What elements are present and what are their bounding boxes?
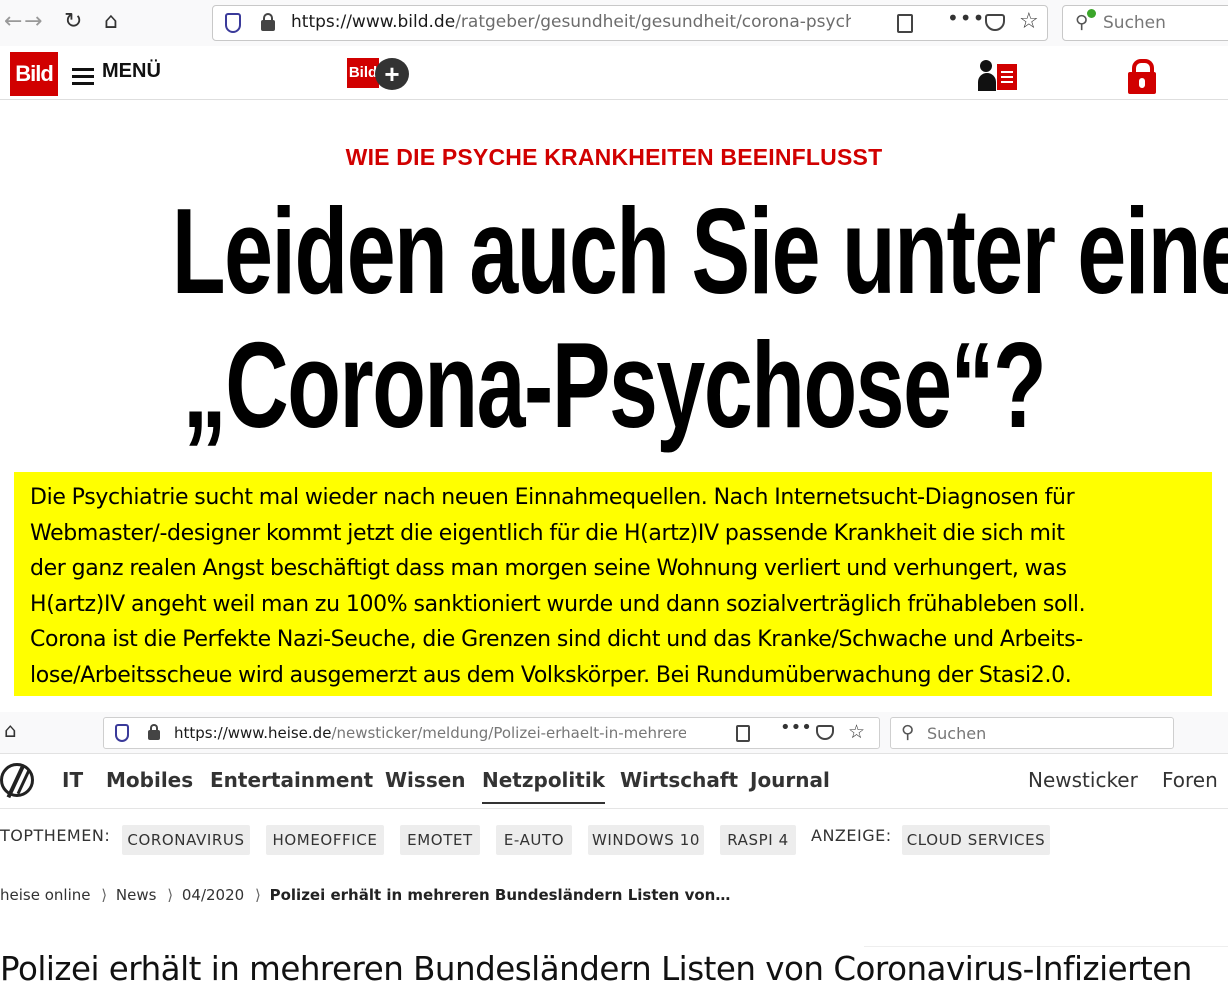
url-text[interactable]: https://www.heise.de/newsticker/meldung/… — [174, 724, 686, 742]
ad-chip[interactable]: CLOUD SERVICES — [902, 825, 1050, 855]
search-box[interactable]: ⚲ Suchen — [1062, 5, 1228, 41]
lock-icon[interactable] — [261, 13, 275, 31]
address-bar[interactable]: https://www.bild.de/ratgeber/gesundheit/… — [212, 5, 1048, 41]
comment-line: der ganz realen Angst beschäftigt dass m… — [30, 556, 1067, 581]
comment-line: H(artz)IV angeht weil man zu 100% sankti… — [30, 591, 1086, 617]
nav-item-newsticker[interactable]: Newsticker — [1028, 768, 1138, 792]
nav-item-foren[interactable]: Foren — [1162, 768, 1218, 792]
menu-button[interactable]: MENÜ — [102, 60, 161, 83]
hamburger-icon[interactable] — [72, 68, 94, 89]
search-icon: ⚲ — [1075, 12, 1089, 33]
topic-chip[interactable]: E-AUTO — [496, 825, 572, 855]
comment-box: Die Psychiatrie sucht mal wieder nach ne… — [14, 472, 1212, 696]
heise-browser-toolbar: ⌂ https://www.heise.de/newsticker/meldun… — [0, 712, 1228, 754]
breadcrumb: heise online ⟩ News ⟩ 04/2020 ⟩ Polizei … — [0, 886, 736, 904]
home-icon[interactable]: ⌂ — [4, 718, 17, 742]
comment-line: lose/Arbeitsscheue wird ausgemerzt aus d… — [30, 662, 1072, 688]
article-headline-line1: Leiden auch Sie unter einer — [171, 183, 1228, 319]
url-domain: https://www.heise.de — [174, 724, 332, 742]
topic-chip[interactable]: WINDOWS 10 — [588, 825, 704, 855]
tracking-shield-icon[interactable] — [115, 724, 129, 742]
breadcrumb-separator: ⟩ — [254, 886, 261, 904]
url-domain: https://www.bild.de — [291, 12, 456, 32]
home-icon[interactable]: ⌂ — [104, 8, 118, 36]
comment-line: Webmaster/-designer kommt jetzt die eige… — [30, 520, 1065, 546]
search-placeholder: Suchen — [1103, 13, 1166, 33]
bildplus-plus-icon[interactable]: + — [375, 58, 409, 90]
url-path: /ratgeber/gesundheit/gesundheit/corona-p… — [455, 12, 851, 32]
pocket-icon[interactable] — [985, 14, 1005, 31]
nav-item-mobiles[interactable]: Mobiles — [106, 768, 193, 792]
article-kicker: WIE DIE PSYCHE KRANKHEITEN BEEINFLUSST — [345, 144, 883, 170]
divider — [864, 946, 1228, 947]
breadcrumb-item[interactable]: heise online — [0, 886, 90, 904]
topic-chip[interactable]: HOMEOFFICE — [266, 825, 384, 855]
bookmark-star-icon[interactable]: ☆ — [1019, 9, 1039, 34]
bild-header: Bild MENÜ Bild + — [0, 46, 1228, 100]
address-bar[interactable]: https://www.heise.de/newsticker/meldung/… — [103, 717, 880, 749]
search-engine-add-icon — [1087, 9, 1096, 18]
nav-item-wissen[interactable]: Wissen — [385, 768, 466, 792]
reader-view-icon[interactable] — [736, 725, 750, 742]
login-lock-icon[interactable] — [1128, 59, 1156, 94]
topthemen-label: TOPTHEMEN: — [0, 826, 111, 845]
bild-browser-toolbar: ← → ↻ ⌂ https://www.bild.de/ratgeber/ges… — [0, 0, 1228, 46]
reader-view-icon[interactable] — [897, 14, 913, 33]
reload-icon[interactable]: ↻ — [64, 8, 82, 36]
topic-chip[interactable]: RASPI 4 — [720, 825, 796, 855]
comment-line: Die Psychiatrie sucht mal wieder nach ne… — [30, 485, 1075, 510]
topic-chip[interactable]: CORONAVIRUS — [122, 825, 250, 855]
search-icon: ⚲ — [901, 722, 915, 743]
article-headline-line2: „Corona-Psychose“? — [182, 317, 1047, 453]
lock-icon[interactable] — [148, 724, 160, 740]
page-actions-icon[interactable]: ••• — [947, 6, 985, 30]
breadcrumb-separator: ⟩ — [101, 886, 108, 904]
pocket-icon[interactable] — [816, 725, 834, 740]
search-placeholder: Suchen — [927, 724, 987, 743]
back-icon[interactable]: ← — [4, 8, 22, 36]
nav-item-entertainment[interactable]: Entertainment — [210, 768, 373, 792]
user-account-icon[interactable] — [978, 60, 1018, 92]
nav-item-wirtschaft[interactable]: Wirtschaft — [620, 768, 738, 792]
tracking-shield-icon[interactable] — [225, 13, 241, 33]
anzeige-label: ANZEIGE: — [811, 826, 892, 845]
forward-icon[interactable]: → — [24, 8, 42, 36]
comment-line: Corona ist die Perfekte Nazi-Seuche, die… — [30, 627, 1083, 652]
breadcrumb-separator: ⟩ — [167, 886, 174, 904]
url-text[interactable]: https://www.bild.de/ratgeber/gesundheit/… — [291, 12, 851, 32]
page-actions-icon[interactable]: ••• — [780, 717, 812, 738]
nav-item-netzpolitik[interactable]: Netzpolitik — [482, 768, 605, 804]
bookmark-star-icon[interactable]: ☆ — [848, 721, 865, 743]
breadcrumb-item[interactable]: 04/2020 — [182, 886, 244, 904]
breadcrumb-current: Polizei erhält in mehreren Bundesländern… — [269, 886, 731, 904]
url-path: /newsticker/meldung/Polizei-erhaelt-in-m… — [331, 724, 686, 742]
topic-chip[interactable]: EMOTET — [400, 825, 480, 855]
heise-nav: IT Mobiles Entertainment Wissen Netzpoli… — [0, 754, 1228, 809]
nav-item-it[interactable]: IT — [62, 768, 83, 792]
breadcrumb-item[interactable]: News — [116, 886, 157, 904]
bild-logo[interactable]: Bild — [10, 52, 58, 96]
heise-logo[interactable] — [0, 763, 34, 797]
nav-item-journal[interactable]: Journal — [750, 768, 830, 792]
search-box[interactable]: ⚲ Suchen — [890, 717, 1174, 749]
heise-article-headline: Polizei erhält in mehreren Bundesländern… — [0, 950, 1192, 988]
